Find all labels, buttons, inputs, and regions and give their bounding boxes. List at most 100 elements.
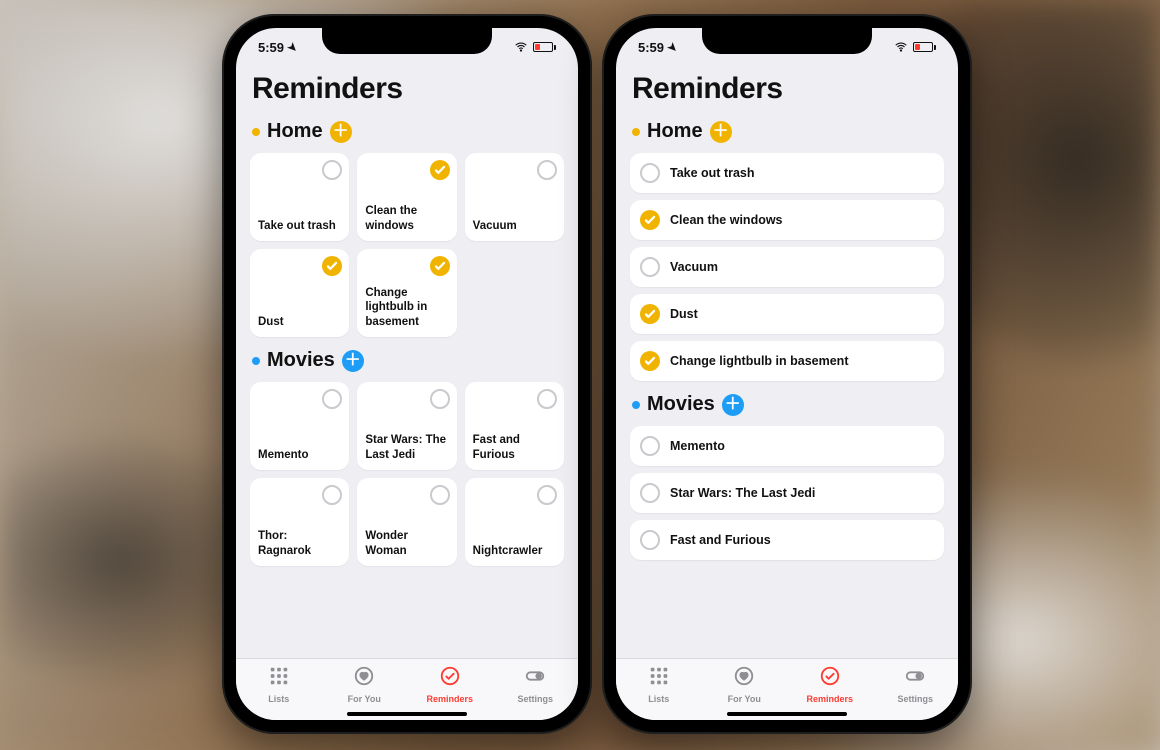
checkbox-unchecked-icon[interactable] (322, 389, 342, 409)
reminder-label: Take out trash (258, 219, 336, 233)
tab-reminders[interactable]: Reminders (787, 659, 873, 710)
tab-label: Lists (268, 694, 289, 704)
reminder-label: Nightcrawler (473, 544, 543, 558)
tab-foryou[interactable]: For You (322, 659, 408, 710)
tab-reminders[interactable]: Reminders (407, 659, 493, 710)
reminder-label: Fast and Furious (670, 533, 771, 547)
reminder-row[interactable]: Take out trash (630, 153, 944, 193)
reminder-row[interactable]: Clean the windows (630, 200, 944, 240)
wifi-icon (894, 40, 908, 54)
home-indicator[interactable] (727, 712, 847, 716)
checkbox-checked-icon[interactable] (430, 160, 450, 180)
add-reminder-button[interactable]: ＋ (330, 121, 352, 143)
location-arrow-icon: ➤ (285, 39, 301, 55)
reminder-card[interactable]: Change lightbulb in basement (357, 249, 456, 337)
checkbox-unchecked-icon[interactable] (430, 485, 450, 505)
tab-bar: Lists For You Reminders Settings (616, 658, 958, 720)
checkbox-checked-icon[interactable] (640, 351, 660, 371)
reminder-label: Star Wars: The Last Jedi (365, 433, 448, 462)
reminder-card[interactable]: Take out trash (250, 153, 349, 241)
tab-lists[interactable]: Lists (616, 659, 702, 710)
tab-label: Reminders (426, 694, 473, 704)
checkbox-checked-icon[interactable] (640, 210, 660, 230)
reminder-label: Take out trash (670, 166, 755, 180)
phone-grid-view: 5:59 ➤ Reminders Home (222, 14, 592, 734)
grid-icon (268, 665, 290, 692)
checkbox-unchecked-icon[interactable] (537, 389, 557, 409)
checkbox-unchecked-icon[interactable] (430, 389, 450, 409)
heart-icon (733, 665, 755, 692)
tab-label: Lists (648, 694, 669, 704)
device-notch (322, 28, 492, 54)
reminder-label: Dust (258, 315, 284, 329)
reminder-card[interactable]: Clean the windows (357, 153, 456, 241)
checkbox-unchecked-icon[interactable] (322, 485, 342, 505)
check-icon (439, 665, 461, 692)
reminder-card[interactable]: Memento (250, 382, 349, 470)
reminder-label: Vacuum (670, 260, 718, 274)
tab-label: Reminders (806, 694, 853, 704)
reminder-label: Memento (258, 448, 308, 462)
add-reminder-button[interactable]: ＋ (342, 350, 364, 372)
list-name: Movies (267, 349, 335, 372)
reminder-row[interactable]: Dust (630, 294, 944, 334)
reminder-label: Star Wars: The Last Jedi (670, 486, 815, 500)
tab-lists[interactable]: Lists (236, 659, 322, 710)
list-color-dot (632, 128, 640, 136)
reminder-card[interactable]: Wonder Woman (357, 478, 456, 566)
tab-label: For You (728, 694, 761, 704)
reminder-row[interactable]: Memento (630, 426, 944, 466)
reminder-label: Wonder Woman (365, 529, 448, 558)
home-indicator[interactable] (347, 712, 467, 716)
reminder-label: Change lightbulb in basement (365, 286, 448, 329)
checkbox-unchecked-icon[interactable] (640, 530, 660, 550)
list-header-movies: Movies ＋ (252, 349, 564, 372)
location-arrow-icon: ➤ (665, 39, 681, 55)
checkbox-checked-icon[interactable] (430, 256, 450, 276)
list-name: Movies (647, 393, 715, 416)
reminder-label: Memento (670, 439, 725, 453)
toggle-icon (904, 665, 926, 692)
checkbox-unchecked-icon[interactable] (322, 160, 342, 180)
checkbox-unchecked-icon[interactable] (537, 485, 557, 505)
reminder-row[interactable]: Fast and Furious (630, 520, 944, 560)
tab-label: For You (348, 694, 381, 704)
reminder-label: Dust (670, 307, 698, 321)
tab-settings[interactable]: Settings (873, 659, 959, 710)
grid-icon (648, 665, 670, 692)
add-reminder-button[interactable]: ＋ (710, 121, 732, 143)
reminder-card[interactable]: Fast and Furious (465, 382, 564, 470)
device-notch (702, 28, 872, 54)
reminder-label: Clean the windows (670, 213, 783, 227)
tab-settings[interactable]: Settings (493, 659, 579, 710)
reminder-card[interactable]: Nightcrawler (465, 478, 564, 566)
checkbox-unchecked-icon[interactable] (640, 483, 660, 503)
reminder-card[interactable]: Thor: Ragnarok (250, 478, 349, 566)
reminder-row[interactable]: Change lightbulb in basement (630, 341, 944, 381)
reminder-card[interactable]: Vacuum (465, 153, 564, 241)
battery-low-icon (533, 42, 556, 52)
page-title: Reminders (632, 72, 944, 106)
checkbox-unchecked-icon[interactable] (537, 160, 557, 180)
checkbox-unchecked-icon[interactable] (640, 163, 660, 183)
checkbox-checked-icon[interactable] (322, 256, 342, 276)
list-name: Home (647, 120, 703, 143)
list-name: Home (267, 120, 323, 143)
add-reminder-button[interactable]: ＋ (722, 394, 744, 416)
reminder-label: Vacuum (473, 219, 517, 233)
list-header-home: Home ＋ (632, 120, 944, 143)
reminder-row[interactable]: Vacuum (630, 247, 944, 287)
list-header-movies: Movies ＋ (632, 393, 944, 416)
reminder-card[interactable]: Dust (250, 249, 349, 337)
checkbox-unchecked-icon[interactable] (640, 436, 660, 456)
status-time: 5:59 (258, 40, 284, 55)
tab-foryou[interactable]: For You (702, 659, 788, 710)
checkbox-unchecked-icon[interactable] (640, 257, 660, 277)
reminder-row[interactable]: Star Wars: The Last Jedi (630, 473, 944, 513)
tab-label: Settings (517, 694, 553, 704)
battery-low-icon (913, 42, 936, 52)
reminder-card[interactable]: Star Wars: The Last Jedi (357, 382, 456, 470)
list-color-dot (632, 401, 640, 409)
heart-icon (353, 665, 375, 692)
checkbox-checked-icon[interactable] (640, 304, 660, 324)
